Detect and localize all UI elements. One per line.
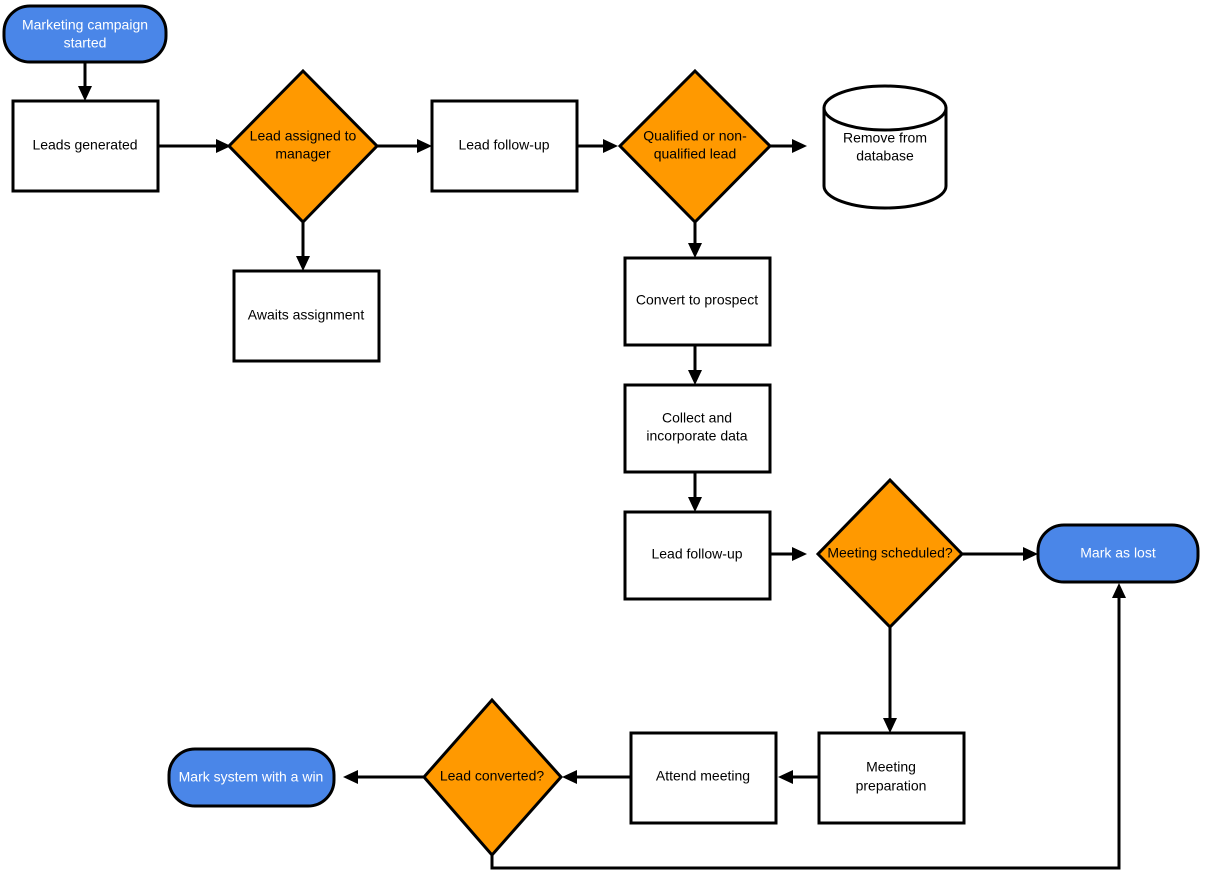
edge-meeting-scheduled-to-preparation <box>883 627 897 733</box>
edge-layer <box>78 62 1126 870</box>
edge-followup1-to-qualified <box>576 139 618 153</box>
edge-collect-to-followup2 <box>688 472 702 512</box>
flowchart-svg: Marketing campaign started Leads generat… <box>2 4 1200 870</box>
remove-from-database-shape[interactable] <box>822 84 948 210</box>
node-lead-assigned-to-manager[interactable]: Lead assigned to manager <box>226 68 380 225</box>
edge-converted-to-lost-loop <box>490 583 1126 870</box>
node-qualified-or-non-qualified-lead[interactable]: Qualified or non- qualified lead <box>617 68 773 225</box>
edge-assigned-to-awaits <box>296 222 310 271</box>
meeting-scheduled-shape[interactable] <box>815 477 965 630</box>
lead-follow-up-2-shape[interactable] <box>623 510 772 601</box>
node-mark-as-lost[interactable]: Mark as lost <box>1036 523 1200 584</box>
edge-converted-to-win <box>343 770 425 784</box>
edge-attend-to-converted <box>562 770 631 784</box>
node-marketing-campaign-started[interactable]: Marketing campaign started <box>2 4 168 64</box>
edge-qualified-to-convert <box>688 222 702 258</box>
edge-preparation-to-attend <box>778 770 819 784</box>
edge-qualified-to-database <box>770 139 807 153</box>
edge-meeting-scheduled-to-lost <box>962 547 1038 561</box>
node-meeting-scheduled[interactable]: Meeting scheduled? <box>815 477 965 630</box>
convert-to-prospect-shape[interactable] <box>623 256 772 347</box>
node-collect-and-incorporate-data[interactable]: Collect and incorporate data <box>623 383 772 474</box>
node-mark-system-with-a-win[interactable]: Mark system with a win <box>167 747 336 808</box>
node-remove-from-database[interactable]: Remove from database <box>822 84 948 210</box>
qualified-or-non-qualified-lead-shape[interactable] <box>617 68 773 225</box>
lead-assigned-to-manager-shape[interactable] <box>226 68 380 225</box>
leads-generated-shape[interactable] <box>11 99 160 193</box>
collect-and-incorporate-data-shape[interactable] <box>623 383 772 474</box>
flowchart-canvas: Marketing campaign started Leads generat… <box>0 0 1207 880</box>
node-lead-follow-up-1[interactable]: Lead follow-up <box>430 99 579 193</box>
edge-marketing-to-leads <box>78 62 92 101</box>
node-lead-converted[interactable]: Lead converted? <box>422 697 564 858</box>
node-convert-to-prospect[interactable]: Convert to prospect <box>623 256 772 347</box>
mark-system-with-a-win-shape[interactable] <box>167 747 336 808</box>
awaits-assignment-shape[interactable] <box>232 269 381 363</box>
node-lead-follow-up-2[interactable]: Lead follow-up <box>623 510 772 601</box>
node-awaits-assignment[interactable]: Awaits assignment <box>232 269 381 363</box>
node-meeting-preparation[interactable]: Meeting preparation <box>817 731 966 825</box>
marketing-campaign-started-shape[interactable] <box>2 4 168 64</box>
attend-meeting-shape[interactable] <box>629 731 778 825</box>
mark-as-lost-shape[interactable] <box>1036 523 1200 584</box>
edge-convert-to-collect <box>688 345 702 385</box>
node-attend-meeting[interactable]: Attend meeting <box>629 731 778 825</box>
meeting-preparation-shape[interactable] <box>817 731 966 825</box>
lead-follow-up-1-shape[interactable] <box>430 99 579 193</box>
edge-followup2-to-meeting-scheduled <box>769 547 807 561</box>
lead-converted-shape[interactable] <box>422 697 564 858</box>
edge-leads-to-assigned <box>158 139 231 153</box>
node-leads-generated[interactable]: Leads generated <box>11 99 160 193</box>
edge-assigned-to-followup1 <box>377 139 432 153</box>
